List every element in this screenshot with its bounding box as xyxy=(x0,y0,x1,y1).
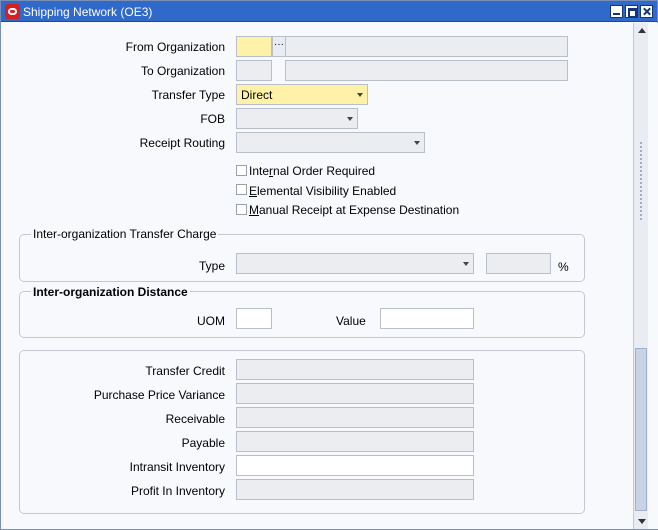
transfer-charge-title: Inter-organization Transfer Charge xyxy=(31,227,219,241)
ppv-label: Purchase Price Variance xyxy=(93,388,225,402)
profit-in-inventory-label: Profit In Inventory xyxy=(130,484,225,498)
transfer-charge-type-label: Type xyxy=(198,259,225,273)
from-org-lov-button[interactable]: ··· xyxy=(272,36,286,57)
payable-label: Payable xyxy=(181,436,225,450)
transfer-credit-field[interactable] xyxy=(236,359,474,380)
form-content: From Organization ··· To Organization Tr… xyxy=(1,23,633,529)
distance-value-field[interactable] xyxy=(380,308,474,329)
profit-in-inventory-field[interactable] xyxy=(236,479,474,500)
intransit-inventory-field[interactable] xyxy=(236,455,474,476)
manual-receipt-checkbox[interactable] xyxy=(236,204,247,215)
fob-select[interactable] xyxy=(236,108,358,129)
distance-value-label: Value xyxy=(336,314,366,328)
window-edge xyxy=(648,23,658,529)
vertical-scrollbar[interactable] xyxy=(633,23,648,529)
title-bar[interactable]: Shipping Network (OE3) xyxy=(1,1,657,22)
receivable-label: Receivable xyxy=(165,412,225,426)
transfer-charge-type-select[interactable] xyxy=(236,253,474,274)
transfer-type-label: Transfer Type xyxy=(151,88,225,102)
chevron-down-icon xyxy=(347,117,353,121)
oracle-logo-icon xyxy=(5,4,20,19)
receipt-routing-label: Receipt Routing xyxy=(139,136,225,150)
window-title: Shipping Network (OE3) xyxy=(23,5,153,19)
maximize-icon[interactable] xyxy=(625,5,638,18)
scroll-thumb[interactable] xyxy=(635,348,647,511)
transfer-type-select[interactable]: Direct xyxy=(236,84,368,105)
fob-label: FOB xyxy=(200,112,225,126)
to-org-code-field[interactable] xyxy=(236,60,272,81)
internal-order-required-checkbox[interactable] xyxy=(236,165,247,176)
receipt-routing-select[interactable] xyxy=(236,132,425,153)
transfer-credit-label: Transfer Credit xyxy=(145,364,225,378)
scroll-up-icon[interactable] xyxy=(638,28,646,33)
minimize-icon[interactable] xyxy=(610,5,623,18)
from-org-code-field[interactable] xyxy=(236,36,272,57)
chevron-down-icon xyxy=(414,141,420,145)
scroll-down-icon[interactable] xyxy=(638,519,646,524)
chevron-down-icon xyxy=(463,262,469,266)
uom-label: UOM xyxy=(197,314,225,328)
to-org-name-field[interactable] xyxy=(285,60,568,81)
intransit-inventory-label: Intransit Inventory xyxy=(129,460,225,474)
uom-field[interactable] xyxy=(236,308,272,329)
distance-title: Inter-organization Distance xyxy=(31,285,190,299)
elemental-visibility-checkbox[interactable] xyxy=(236,184,247,195)
elemental-visibility-label: Elemental Visibility Enabled xyxy=(249,184,397,198)
transfer-charge-percent-field[interactable] xyxy=(486,253,551,274)
payable-field[interactable] xyxy=(236,431,474,452)
manual-receipt-label: Manual Receipt at Expense Destination xyxy=(249,203,460,217)
chevron-down-icon xyxy=(357,93,363,97)
to-org-label: To Organization xyxy=(140,64,225,78)
from-org-label: From Organization xyxy=(125,40,225,54)
percent-sign: % xyxy=(558,260,569,274)
shipping-network-window: Shipping Network (OE3) From Organization… xyxy=(0,0,658,530)
from-org-name-field[interactable] xyxy=(285,36,568,57)
scroll-grip-icon xyxy=(639,141,643,221)
internal-order-required-label: Internal Order Required xyxy=(249,164,376,178)
receivable-field[interactable] xyxy=(236,407,474,428)
close-icon[interactable] xyxy=(640,5,653,18)
ppv-field[interactable] xyxy=(236,383,474,404)
